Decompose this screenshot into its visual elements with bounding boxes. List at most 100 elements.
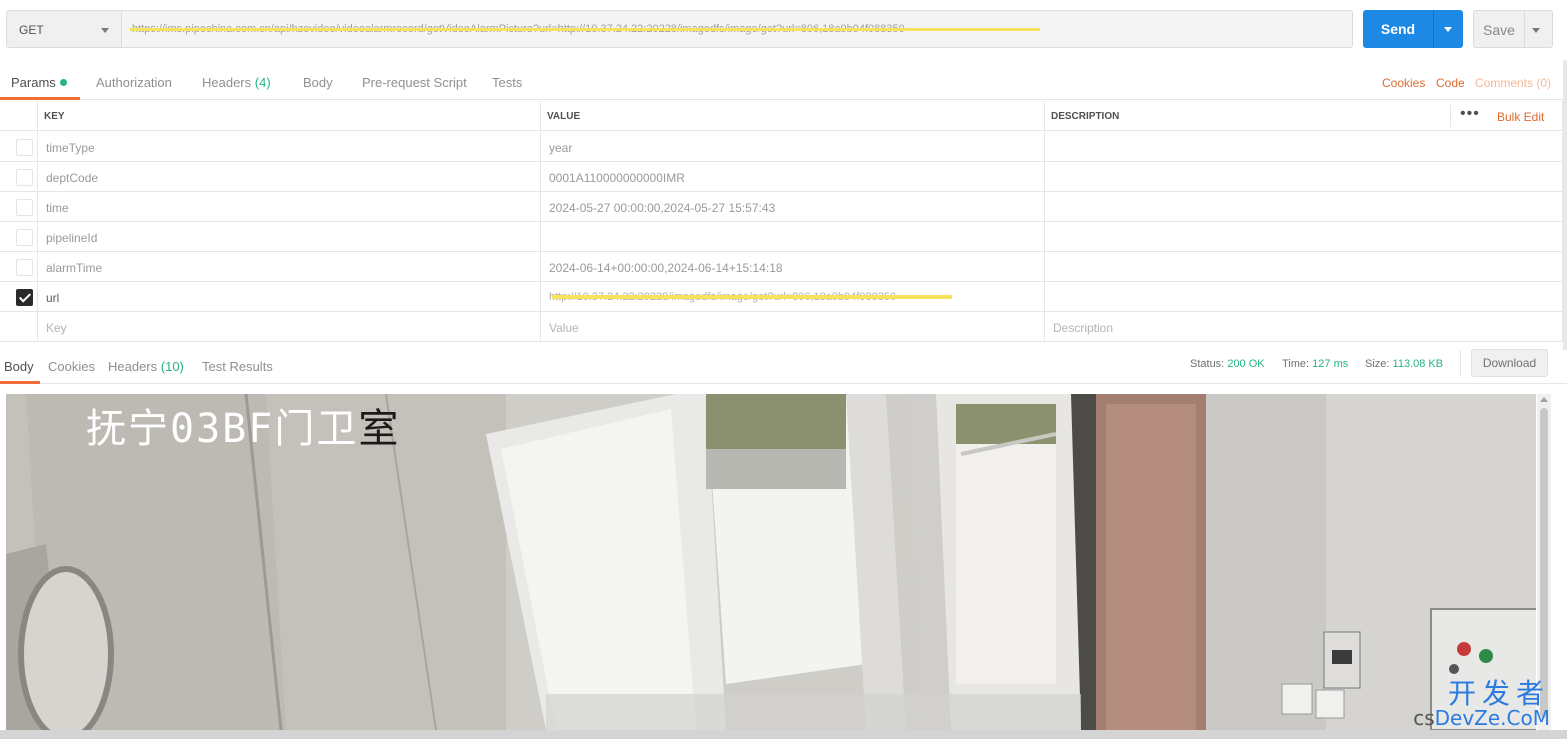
scroll-up-icon[interactable]	[1540, 397, 1548, 402]
bulk-edit-link[interactable]: Bulk Edit	[1497, 110, 1544, 124]
param-value: year	[549, 141, 573, 155]
table-row: alarmTime 2024-06-14+00:00:00,2024-06-14…	[0, 252, 1563, 282]
checkbox-cell	[0, 252, 38, 282]
divider	[1433, 10, 1434, 48]
status-key: Status:	[1190, 358, 1225, 370]
key-input[interactable]: Key	[38, 312, 541, 342]
tab-label: Body	[4, 359, 34, 374]
row-checkbox-checked[interactable]	[16, 289, 33, 306]
tab-label: Authorization	[96, 75, 172, 90]
tab-response-cookies[interactable]: Cookies	[48, 359, 95, 374]
watermark-domain: DevZe.CoM	[1434, 706, 1550, 730]
response-image: 抚宁03BF门卫室	[6, 394, 1536, 730]
value-placeholder: Value	[549, 321, 579, 335]
tab-authorization[interactable]: Authorization	[96, 75, 172, 90]
checkbox-cell	[0, 192, 38, 222]
tab-response-headers[interactable]: Headers (10)	[108, 359, 184, 374]
image-caption: 抚宁03BF门卫室	[86, 396, 400, 454]
key-cell[interactable]: time	[38, 192, 541, 222]
key-cell[interactable]: pipelineId	[38, 222, 541, 252]
send-options-chevron-icon[interactable]	[1444, 27, 1452, 32]
param-key: timeType	[46, 141, 95, 155]
row-checkbox[interactable]	[16, 259, 33, 276]
request-tabs: Params Authorization Headers (4) Body Pr…	[0, 62, 1567, 100]
description-cell[interactable]	[1045, 252, 1563, 282]
cookies-link[interactable]: Cookies	[1382, 76, 1425, 90]
checkbox-cell	[0, 222, 38, 252]
checkbox-cell	[0, 282, 38, 312]
param-key: time	[46, 201, 69, 215]
watermark-text: csDevZe.CoM	[1413, 706, 1550, 730]
new-param-row: Key Value Description	[0, 312, 1563, 342]
tab-label: Cookies	[48, 359, 95, 374]
watermark: 开发者 csDevZe.CoM	[1388, 672, 1558, 732]
header-description-cell: DESCRIPTION	[1045, 101, 1563, 131]
status-dot-icon	[59, 79, 67, 86]
row-checkbox[interactable]	[16, 229, 33, 246]
row-checkbox[interactable]	[16, 139, 33, 156]
checkbox-cell	[0, 132, 38, 162]
key-cell[interactable]: deptCode	[38, 162, 541, 192]
param-key: pipelineId	[46, 231, 98, 245]
tab-test-results[interactable]: Test Results	[202, 359, 273, 374]
comments-link[interactable]: Comments (0)	[1475, 76, 1551, 90]
description-cell[interactable]	[1045, 192, 1563, 222]
header-key-cell: KEY	[38, 101, 541, 131]
download-button[interactable]: Download	[1471, 349, 1548, 377]
status-value: 200 OK	[1227, 358, 1265, 370]
tab-tests[interactable]: Tests	[492, 75, 522, 90]
save-button[interactable]: Save	[1473, 10, 1553, 48]
scrollbar[interactable]	[1563, 60, 1567, 350]
tab-label: Test Results	[202, 359, 273, 374]
tab-pre-request-script[interactable]: Pre-request Script	[362, 75, 467, 90]
response-tabs: Body Cookies Headers (10) Test Results S…	[0, 346, 1567, 384]
tab-params[interactable]: Params	[11, 75, 67, 90]
save-options-chevron-icon[interactable]	[1532, 28, 1540, 33]
key-cell[interactable]: timeType	[38, 132, 541, 162]
method-select[interactable]: GET	[6, 10, 122, 48]
param-value: 2024-05-27 00:00:00,2024-05-27 15:57:43	[549, 201, 776, 215]
divider	[1460, 350, 1461, 376]
send-button[interactable]: Send	[1363, 10, 1463, 48]
tab-label: Headers	[108, 359, 158, 374]
tab-label: Headers	[202, 75, 252, 90]
active-tab-indicator	[0, 97, 80, 100]
method-value: GET	[19, 23, 44, 37]
tab-response-body[interactable]: Body	[4, 359, 34, 374]
description-cell[interactable]	[1045, 162, 1563, 192]
save-label: Save	[1483, 22, 1515, 38]
value-cell[interactable]: year	[541, 132, 1045, 162]
value-cell[interactable]: 2024-05-27 00:00:00,2024-05-27 15:57:43	[541, 192, 1045, 222]
value-cell[interactable]: http://10.37.24.22:20228/imagedfs/image/…	[541, 282, 1045, 312]
divider	[1450, 105, 1451, 127]
value-cell[interactable]: 2024-06-14+00:00:00,2024-06-14+15:14:18	[541, 252, 1045, 282]
description-cell[interactable]	[1045, 222, 1563, 252]
horizontal-scrollbar[interactable]	[0, 730, 1567, 739]
key-cell[interactable]: alarmTime	[38, 252, 541, 282]
description-cell[interactable]	[1045, 132, 1563, 162]
value-cell[interactable]	[541, 222, 1045, 252]
tab-body[interactable]: Body	[303, 75, 333, 90]
description-input[interactable]: Description	[1045, 312, 1563, 342]
column-header-value: VALUE	[547, 111, 581, 122]
description-placeholder: Description	[1053, 321, 1114, 335]
code-link[interactable]: Code	[1436, 76, 1465, 90]
key-placeholder: Key	[46, 321, 67, 335]
row-checkbox[interactable]	[16, 199, 33, 216]
column-header-key: KEY	[44, 111, 65, 122]
checkbox-cell	[0, 162, 38, 192]
value-input[interactable]: Value	[541, 312, 1045, 342]
tab-label: Tests	[492, 75, 523, 90]
tab-headers[interactable]: Headers (4)	[202, 75, 271, 90]
row-checkbox[interactable]	[16, 169, 33, 186]
send-label: Send	[1380, 21, 1416, 37]
description-cell[interactable]	[1045, 282, 1563, 312]
caption-text: 抚宁03BF门卫	[86, 406, 359, 452]
key-cell[interactable]: url	[38, 282, 541, 312]
header-value-cell: VALUE	[541, 101, 1045, 131]
table-row: pipelineId	[0, 222, 1563, 252]
more-options-icon[interactable]: •••	[1460, 105, 1480, 123]
column-header-description: DESCRIPTION	[1051, 111, 1120, 122]
value-cell[interactable]: 0001A110000000000IMR	[541, 162, 1045, 192]
url-input[interactable]: https://ims.pipechina.com.cn/api/hzevide…	[122, 10, 1353, 48]
